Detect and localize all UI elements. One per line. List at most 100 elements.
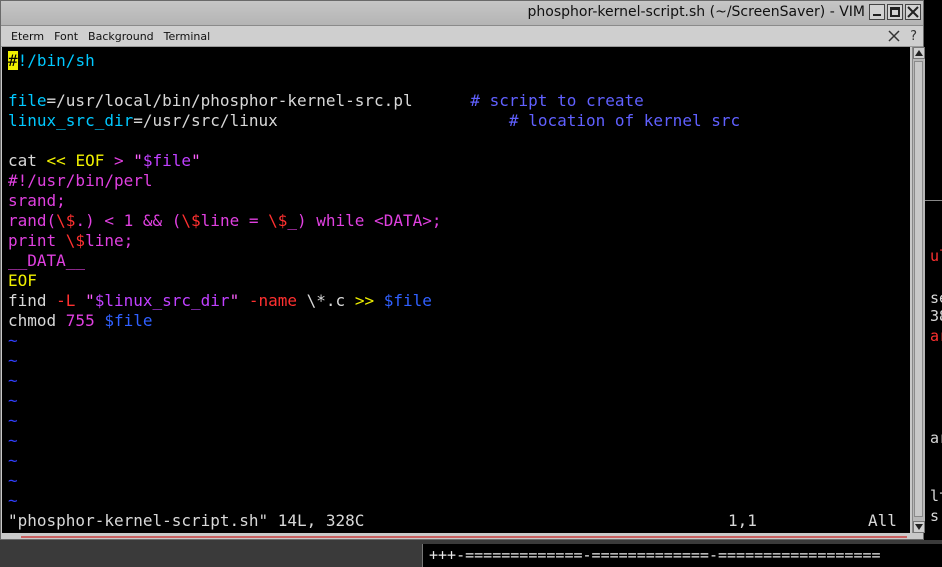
code-token: # script to create [470,91,644,110]
arrow-up-icon [915,50,923,56]
code-token: " [229,291,240,310]
window-title: phosphor-kernel-script.sh (~/ScreenSaver… [527,4,865,20]
code-token: find [8,291,57,310]
editor-line: ~ [8,371,18,391]
bg-fragment-5: ar [930,429,942,447]
menu-font[interactable]: Font [54,30,78,43]
text-cursor: # [8,51,18,70]
code-token: #!/usr/bin/perl [8,171,153,190]
editor-line: ~ [8,431,18,451]
editor-line: ~ [8,451,18,471]
code-token: >> [354,291,384,310]
code-token: ~ [8,351,18,370]
status-ruler: 1,1 [728,511,757,530]
scroll-thumb[interactable] [914,61,923,517]
editor-line: chmod 755 $file [8,311,153,331]
editor-line: linux_src_dir=/usr/src/linux # location … [8,111,740,131]
code-token: __DATA__ [8,251,86,270]
menubar-icons: ? [888,27,917,46]
code-token: $file [104,311,153,330]
code-token: \$ [181,211,201,230]
editor-line: ~ [8,471,18,491]
status-position: All [868,511,897,530]
code-token: line = [200,211,269,230]
code-token: # location of kernel src [508,111,741,130]
editor-line: ~ [8,391,18,411]
code-token: file [8,91,47,110]
code-token: $file [383,291,432,310]
code-token: " [191,151,201,170]
editor-line: #!/bin/sh [8,51,95,71]
code-token: srand; [8,191,66,210]
bg-fragment-3: 38 [930,307,942,325]
editor-line: EOF [8,271,37,291]
scrollbar[interactable] [912,47,925,533]
menu-background[interactable]: Background [88,30,154,43]
code-token: ~ [8,331,18,350]
code-token: ~ [8,491,18,510]
bg-fragment-6: lt [930,487,942,505]
editor-line: file=/usr/local/bin/phosphor-kernel-src.… [8,91,644,111]
code-token: \$ [268,211,288,230]
bg-fragment-2: se [930,289,942,307]
status-file-info: "phosphor-kernel-script.sh" 14L, 328C [8,511,365,530]
code-token: .) < 1 && ( [75,211,182,230]
editor-line: ~ [8,331,18,351]
code-token: \$ [56,211,76,230]
code-token: $file [142,151,192,170]
close-icon [907,6,919,18]
code-token: line; [85,231,134,250]
terminal-area[interactable]: #!/bin/sh file=/usr/local/bin/phosphor-ke… [2,47,910,533]
editor-line: ~ [8,351,18,371]
editor-line: __DATA__ [8,251,85,271]
maximize-button[interactable] [887,4,903,20]
code-token: ~ [8,411,18,430]
code-token: !/bin/sh [17,51,95,70]
code-token: 755 [65,311,95,330]
code-token: ~ [8,391,18,410]
code-token: EOF [8,271,37,290]
editor-line: ~ [8,491,18,511]
bg-fragment-1: ul [930,247,942,265]
window-bottom-frame [1,534,923,539]
code-token: cat [8,151,47,170]
bg-fragment-7: s [930,507,940,525]
close-button[interactable] [905,4,921,20]
menu-eterm[interactable]: Eterm [11,30,44,43]
code-token: " [133,151,143,170]
code-token: " [75,291,95,310]
bg-fragment-4: ar [930,327,942,345]
code-token: ~ [8,371,18,390]
close-terminal-icon[interactable] [888,27,900,46]
code-token: rand( [8,211,57,230]
editor-line: rand(\$.) < 1 && (\$line = \$_) while <D… [8,211,442,231]
editor-line: #!/usr/bin/perl [8,171,153,191]
code-token: chmod [8,311,66,330]
scroll-up-button[interactable] [913,47,925,59]
minimize-button[interactable] [869,4,885,20]
code-token: =/usr/local/bin/phosphor-kernel-src.pl [46,91,471,110]
code-token: > [104,151,134,170]
code-token: \$ [65,231,86,250]
menu-terminal[interactable]: Terminal [164,30,211,43]
scroll-down-button[interactable] [913,521,925,533]
editor-line: print \$line; [8,231,133,251]
editor-line: find -L "$linux_src_dir" -name \*.c >> $… [8,291,432,311]
help-icon[interactable]: ? [910,29,917,44]
vim-status-line: "phosphor-kernel-script.sh" 14L, 328C 1,1… [8,511,897,531]
vim-window[interactable]: phosphor-kernel-script.sh (~/ScreenSaver… [0,0,925,540]
title-bar[interactable]: phosphor-kernel-script.sh (~/ScreenSaver… [1,1,923,26]
code-token: linux_src_dir [8,111,134,130]
editor-line: ~ [8,411,18,431]
code-token: << [46,151,76,170]
code-token: _) while <DATA>; [287,211,442,230]
background-terminal-bottom[interactable]: +++-=============-=============-========… [422,544,942,567]
code-token: =/usr/src/linux [133,111,509,130]
arrow-down-icon [915,524,923,530]
desktop: ul se 38 ar ar lt s +++-=============-==… [0,0,942,567]
window-bottom-accent [21,536,907,538]
editor-line: cat << EOF > "$file" [8,151,201,171]
code-token: -L [56,291,76,310]
